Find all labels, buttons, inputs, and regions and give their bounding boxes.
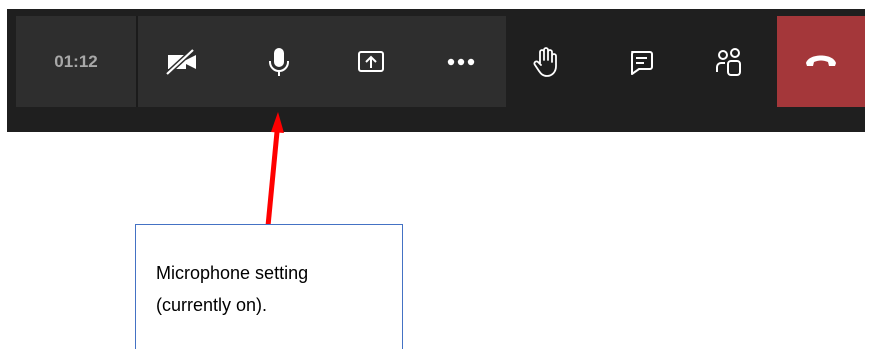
callout-text-line-2: (currently on).	[156, 295, 268, 315]
annotation-callout-box: Microphone setting (currently on).	[135, 224, 403, 349]
callout-text-line-1: Microphone setting	[156, 263, 309, 283]
annotation-arrow	[265, 112, 284, 227]
